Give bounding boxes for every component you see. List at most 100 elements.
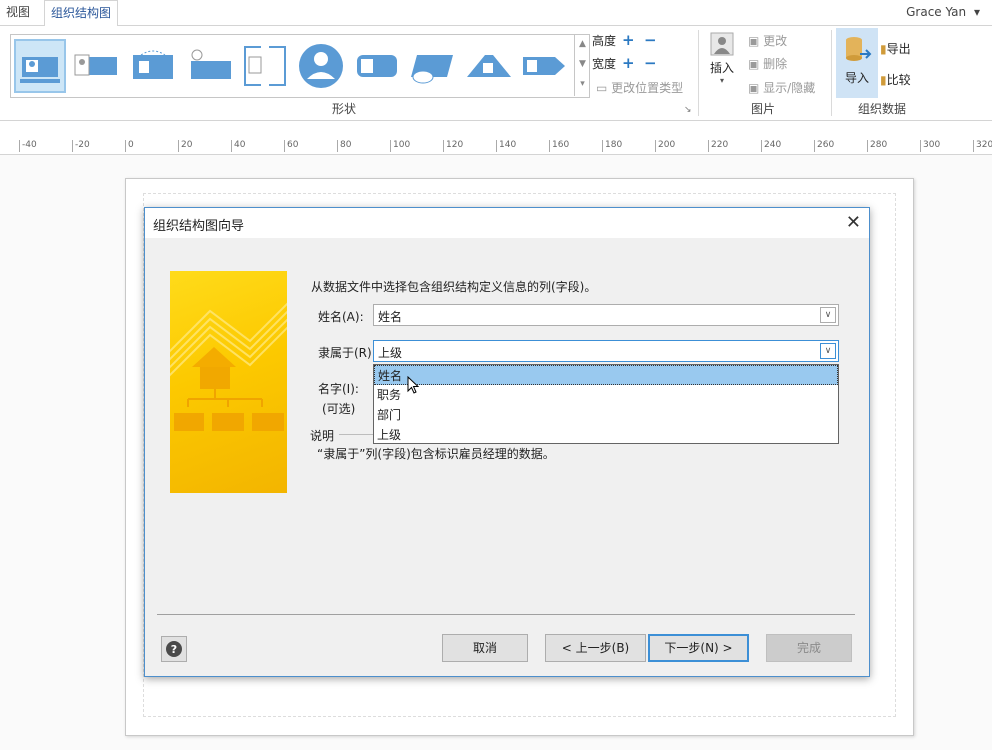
shape-style-3[interactable] bbox=[127, 39, 179, 93]
horizontal-ruler: -40 -20 0 20 40 60 80 100 120 140 160 18… bbox=[0, 137, 992, 155]
export-icon: ▮ bbox=[880, 42, 887, 56]
delete-picture-icon: ▣ bbox=[748, 57, 764, 71]
reports-to-select[interactable]: 上级 ∨ bbox=[373, 340, 839, 362]
dropdown-option-name[interactable]: 姓名 bbox=[374, 365, 838, 385]
ruler-tick: -40 bbox=[19, 140, 37, 152]
next-button[interactable]: 下一步(N) > bbox=[648, 634, 749, 662]
height-decrease-button[interactable]: − bbox=[644, 33, 657, 48]
dropdown-option-manager[interactable]: 上级 bbox=[374, 425, 838, 445]
width-label: 宽度 bbox=[592, 57, 617, 71]
close-icon[interactable]: ✕ bbox=[846, 212, 861, 233]
shape-style-10[interactable] bbox=[519, 39, 571, 93]
ruler-tick: 320 bbox=[973, 140, 992, 152]
name-field-label: 姓名(A): bbox=[318, 310, 364, 324]
first-name-label: 名字(I): bbox=[318, 382, 359, 396]
width-decrease-button[interactable]: − bbox=[644, 56, 657, 71]
org-data-group-label: 组织数据 bbox=[858, 102, 907, 116]
shape-style-9[interactable] bbox=[463, 39, 515, 93]
ribbon: ▲ ▼ ▾ 高度 + − 宽度 + − ▭ 更改位置类型 形状 ↘ 插入 ▾ ▣… bbox=[0, 26, 992, 121]
tab-view[interactable]: 视图 bbox=[0, 0, 36, 25]
optional-label: (可选) bbox=[322, 402, 356, 416]
description-divider bbox=[339, 434, 373, 435]
reports-to-dropdown-list: 姓名 职务 部门 上级 bbox=[373, 364, 839, 444]
show-hide-icon: ▣ bbox=[748, 81, 764, 95]
ruler-tick: 80 bbox=[337, 140, 351, 152]
svg-text:?: ? bbox=[171, 643, 177, 656]
mouse-cursor-icon bbox=[407, 376, 420, 394]
intro-text: 从数据文件中选择包含组织结构定义信息的列(字段)。 bbox=[311, 280, 597, 294]
shape-style-8[interactable] bbox=[407, 39, 459, 93]
shapes-group-label: 形状 bbox=[332, 102, 357, 116]
ruler-tick: 280 bbox=[867, 140, 887, 152]
dialog-launcher-icon[interactable]: ↘ bbox=[684, 105, 692, 115]
finish-button[interactable]: 完成 bbox=[766, 634, 852, 662]
shape-style-1[interactable] bbox=[14, 39, 66, 93]
dropdown-option-title[interactable]: 职务 bbox=[374, 385, 838, 405]
width-increase-button[interactable]: + bbox=[622, 56, 635, 71]
chevron-down-icon[interactable]: ∨ bbox=[820, 343, 836, 359]
change-position-type-button[interactable]: ▭ 更改位置类型 bbox=[596, 79, 683, 96]
ruler-tick: 0 bbox=[125, 140, 134, 152]
height-label: 高度 bbox=[592, 34, 617, 48]
compare-icon: ▮ bbox=[880, 73, 887, 87]
shape-style-4[interactable] bbox=[183, 39, 235, 93]
shape-style-2[interactable] bbox=[71, 39, 123, 93]
help-button[interactable]: ? bbox=[161, 636, 187, 662]
dropdown-option-department[interactable]: 部门 bbox=[374, 405, 838, 425]
tab-org-chart[interactable]: 组织结构图 bbox=[44, 0, 119, 27]
ruler-tick: -20 bbox=[72, 140, 90, 152]
show-hide-picture-button[interactable]: ▣ 显示/隐藏 bbox=[748, 79, 815, 96]
description-text: “隶属于”列(字段)包含标识雇员经理的数据。 bbox=[317, 447, 555, 461]
org-chart-wizard-dialog: 组织结构图向导 ✕ 从数据文件中选择包含组织结构定义信息的列(字段)。 姓名(A… bbox=[144, 207, 870, 677]
compare-button[interactable]: ▮比较 bbox=[880, 71, 911, 88]
back-button[interactable]: < 上一步(B) bbox=[545, 634, 646, 662]
ruler-tick: 160 bbox=[549, 140, 569, 152]
reports-to-label: 隶属于(R): bbox=[318, 346, 376, 360]
gallery-up-button[interactable]: ▲ bbox=[575, 34, 590, 54]
ruler-tick: 240 bbox=[761, 140, 781, 152]
ruler-tick: 180 bbox=[602, 140, 622, 152]
export-button[interactable]: ▮导出 bbox=[880, 40, 911, 57]
insert-label: 插入 bbox=[709, 61, 734, 75]
import-button[interactable]: 导入 bbox=[836, 28, 878, 98]
name-field-value: 姓名 bbox=[378, 310, 403, 324]
shape-style-6[interactable] bbox=[295, 39, 347, 93]
gallery-down-button[interactable]: ▼ bbox=[575, 54, 590, 74]
ruler-tick: 40 bbox=[231, 140, 245, 152]
ruler-tick: 220 bbox=[708, 140, 728, 152]
import-icon bbox=[846, 37, 872, 61]
height-increase-button[interactable]: + bbox=[622, 33, 635, 48]
wizard-illustration bbox=[170, 271, 287, 493]
chevron-down-icon[interactable]: ∨ bbox=[820, 307, 836, 323]
ruler-tick: 20 bbox=[178, 140, 192, 152]
dialog-divider bbox=[157, 614, 855, 615]
gallery-more-button[interactable]: ▾ bbox=[575, 74, 590, 94]
picture-icon bbox=[710, 32, 734, 56]
shape-style-5[interactable] bbox=[239, 39, 291, 93]
position-type-icon: ▭ bbox=[596, 81, 612, 95]
user-name[interactable]: Grace Yan bbox=[906, 5, 966, 19]
ruler-tick: 120 bbox=[443, 140, 463, 152]
ruler-tick: 140 bbox=[496, 140, 516, 152]
name-field-select[interactable]: 姓名 ∨ bbox=[373, 304, 839, 326]
help-icon: ? bbox=[166, 641, 182, 657]
description-heading: 说明 bbox=[310, 429, 335, 443]
dialog-title: 组织结构图向导 bbox=[153, 219, 245, 234]
ruler-tick: 300 bbox=[920, 140, 940, 152]
change-picture-button[interactable]: ▣ 更改 bbox=[748, 32, 787, 49]
picture-group-label: 图片 bbox=[751, 102, 776, 116]
ruler-tick: 100 bbox=[390, 140, 410, 152]
change-picture-icon: ▣ bbox=[748, 34, 764, 48]
cancel-button[interactable]: 取消 bbox=[442, 634, 528, 662]
gallery-scroll: ▲ ▼ ▾ bbox=[574, 34, 590, 96]
insert-picture-button[interactable]: 插入 ▾ bbox=[708, 32, 736, 85]
ribbon-tab-row: 视图 组织结构图 Grace Yan ▾ bbox=[0, 0, 992, 27]
shape-style-7[interactable] bbox=[351, 39, 403, 93]
user-account[interactable]: Grace Yan ▾ bbox=[906, 0, 980, 24]
reports-to-value: 上级 bbox=[378, 346, 403, 360]
dialog-titlebar: 组织结构图向导 ✕ bbox=[145, 208, 869, 238]
ruler-tick: 200 bbox=[655, 140, 675, 152]
chevron-down-icon[interactable]: ▾ bbox=[974, 5, 980, 19]
import-label: 导入 bbox=[844, 71, 869, 85]
delete-picture-button[interactable]: ▣ 删除 bbox=[748, 55, 787, 72]
